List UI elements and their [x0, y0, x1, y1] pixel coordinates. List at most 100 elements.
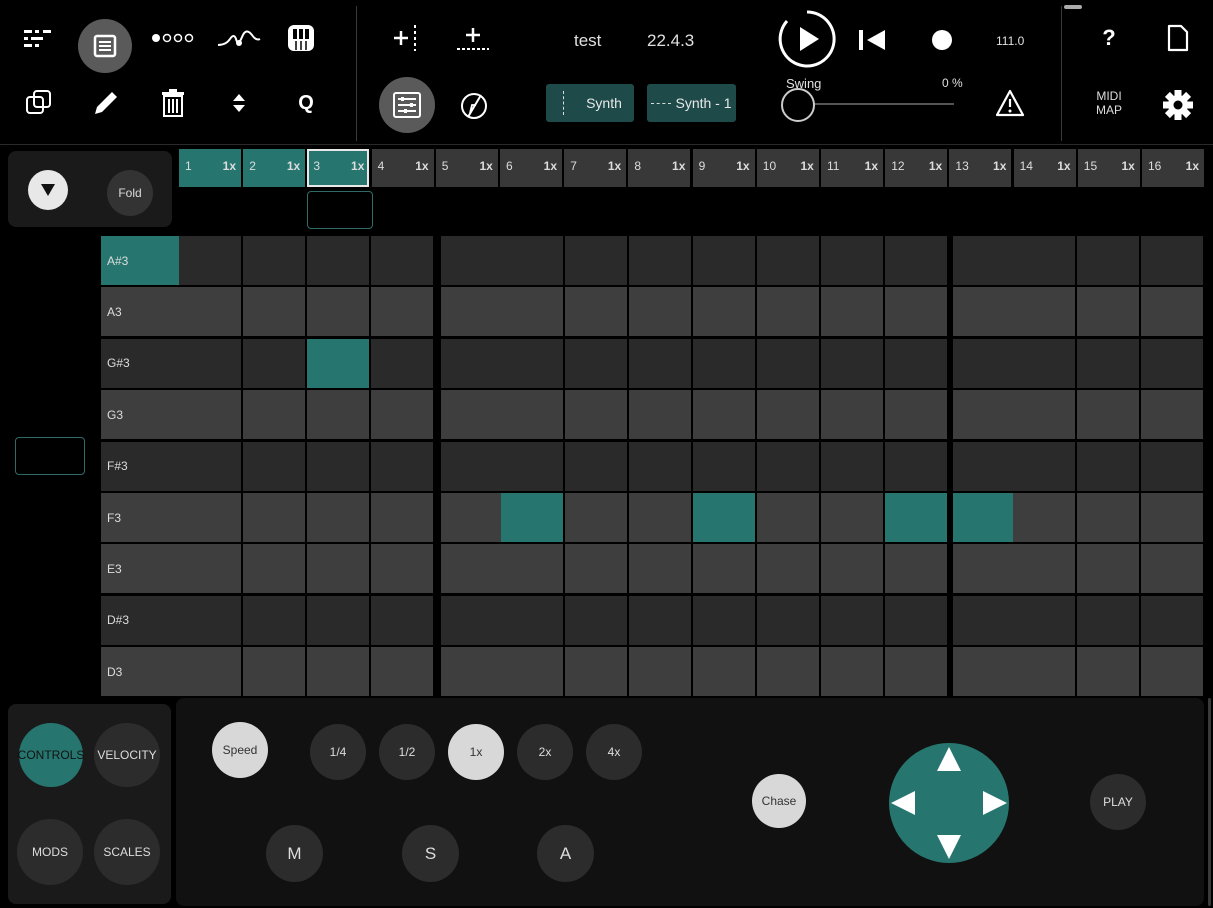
step-5[interactable]: 5 1x: [435, 149, 498, 187]
grid-cell[interactable]: [371, 390, 433, 440]
swing-slider-track[interactable]: [812, 103, 954, 105]
duplicate-icon[interactable]: [16, 80, 62, 126]
grid-cell[interactable]: [1013, 390, 1075, 440]
grid-cell[interactable]: [243, 338, 305, 388]
grid-cell[interactable]: [757, 390, 819, 440]
grid-cell[interactable]: [953, 338, 1015, 388]
controls-mode-button[interactable]: CONTROLS: [18, 723, 84, 787]
octave-box[interactable]: [15, 437, 85, 475]
grid-cell[interactable]: [1141, 338, 1203, 388]
trash-icon[interactable]: [150, 80, 196, 126]
grid-cell[interactable]: [243, 236, 305, 285]
step-14[interactable]: 14 1x: [1013, 149, 1076, 187]
grid-cell[interactable]: [307, 493, 369, 542]
step-13[interactable]: 13 1x: [949, 149, 1012, 187]
key-d-sharp3[interactable]: D#3: [101, 595, 182, 645]
chase-button[interactable]: Chase: [752, 774, 806, 828]
key-d3[interactable]: D3: [101, 647, 182, 697]
grid-cell[interactable]: [629, 338, 691, 388]
grid-cell[interactable]: [501, 338, 563, 388]
mixer-settings-icon[interactable]: [379, 77, 435, 133]
step-3[interactable]: 3 1x: [307, 149, 370, 187]
pencil-icon[interactable]: [83, 80, 129, 126]
grid-cell[interactable]: [1013, 647, 1075, 697]
grid-cell[interactable]: [1077, 287, 1139, 337]
grid-cell[interactable]: [1077, 595, 1139, 645]
pattern-chip[interactable]: Synth - 1: [647, 84, 736, 122]
grid-cell[interactable]: [629, 441, 691, 491]
note-cell-active[interactable]: [501, 493, 563, 542]
grid-cell[interactable]: [693, 390, 755, 440]
add-step-icon[interactable]: [450, 15, 496, 61]
grid-cell[interactable]: [307, 544, 369, 594]
grid-cell[interactable]: [885, 287, 947, 337]
step-2[interactable]: 2 1x: [243, 149, 306, 187]
scrollbar[interactable]: [1208, 698, 1211, 906]
grid-cell[interactable]: [179, 493, 241, 542]
grid-cell[interactable]: [1013, 595, 1075, 645]
step-7[interactable]: 7 1x: [564, 149, 627, 187]
tempo-display[interactable]: 111.0: [996, 34, 1024, 48]
grid-cell[interactable]: [693, 441, 755, 491]
grid-cell[interactable]: [179, 647, 241, 697]
grid-cell[interactable]: [885, 647, 947, 697]
grid-cell[interactable]: [885, 338, 947, 388]
grid-cell[interactable]: [1013, 441, 1075, 491]
key-g-sharp3[interactable]: G#3: [101, 338, 182, 388]
step-16[interactable]: 16 1x: [1142, 149, 1204, 187]
grid-cell[interactable]: [441, 441, 503, 491]
grid-cell[interactable]: [821, 287, 883, 337]
step-6[interactable]: 6 1x: [500, 149, 562, 187]
grid-cell[interactable]: [1141, 493, 1203, 542]
grid-cell[interactable]: [1077, 647, 1139, 697]
grid-cell[interactable]: [1141, 595, 1203, 645]
mods-mode-button[interactable]: MODS: [17, 819, 83, 885]
grid-cell[interactable]: [243, 595, 305, 645]
fold-button[interactable]: Fold: [107, 170, 153, 216]
grid-cell[interactable]: [1077, 544, 1139, 594]
grid-cell[interactable]: [953, 595, 1015, 645]
key-a3[interactable]: A3: [101, 287, 182, 337]
grid-cell[interactable]: [757, 441, 819, 491]
grid-cell[interactable]: [693, 544, 755, 594]
grid-cell[interactable]: [501, 236, 563, 285]
drag-handle[interactable]: [1064, 5, 1082, 9]
grid-cell[interactable]: [757, 544, 819, 594]
grid-cell[interactable]: [565, 338, 627, 388]
grid-cell[interactable]: [1013, 493, 1075, 542]
arm-button[interactable]: A: [537, 825, 594, 882]
grid-cell[interactable]: [629, 647, 691, 697]
grid-cell[interactable]: [821, 544, 883, 594]
grid-cell[interactable]: [821, 338, 883, 388]
step-10[interactable]: 10 1x: [756, 149, 819, 187]
step-1[interactable]: 1 1x: [179, 149, 241, 187]
grid-cell[interactable]: [821, 493, 883, 542]
grid-cell[interactable]: [953, 544, 1015, 594]
grid-cell[interactable]: [565, 544, 627, 594]
grid-cell[interactable]: [441, 390, 503, 440]
grid-cell[interactable]: [821, 390, 883, 440]
midi-map-button[interactable]: MIDI MAP: [1086, 89, 1132, 117]
grid-cell[interactable]: [307, 647, 369, 697]
grid-cell[interactable]: [243, 441, 305, 491]
grid-cell[interactable]: [371, 493, 433, 542]
grid-cell[interactable]: [565, 595, 627, 645]
grid-cell[interactable]: [243, 390, 305, 440]
grid-cell[interactable]: [501, 287, 563, 337]
grid-cell[interactable]: [693, 595, 755, 645]
grid-cell[interactable]: [307, 441, 369, 491]
grid-cell[interactable]: [885, 390, 947, 440]
grid-cell[interactable]: [243, 493, 305, 542]
gear-icon[interactable]: [1155, 82, 1201, 128]
grid-cell[interactable]: [1077, 236, 1139, 285]
grid-cell[interactable]: [371, 287, 433, 337]
mute-button[interactable]: M: [266, 825, 323, 882]
grid-cell[interactable]: [565, 390, 627, 440]
grid-cell[interactable]: [565, 493, 627, 542]
quantize-button[interactable]: Q: [283, 80, 329, 126]
grid-cell[interactable]: [441, 287, 503, 337]
grid-cell[interactable]: [501, 647, 563, 697]
play-pattern-button[interactable]: PLAY: [1090, 774, 1146, 830]
note-cell-active[interactable]: [307, 338, 369, 388]
grid-cell[interactable]: [501, 441, 563, 491]
